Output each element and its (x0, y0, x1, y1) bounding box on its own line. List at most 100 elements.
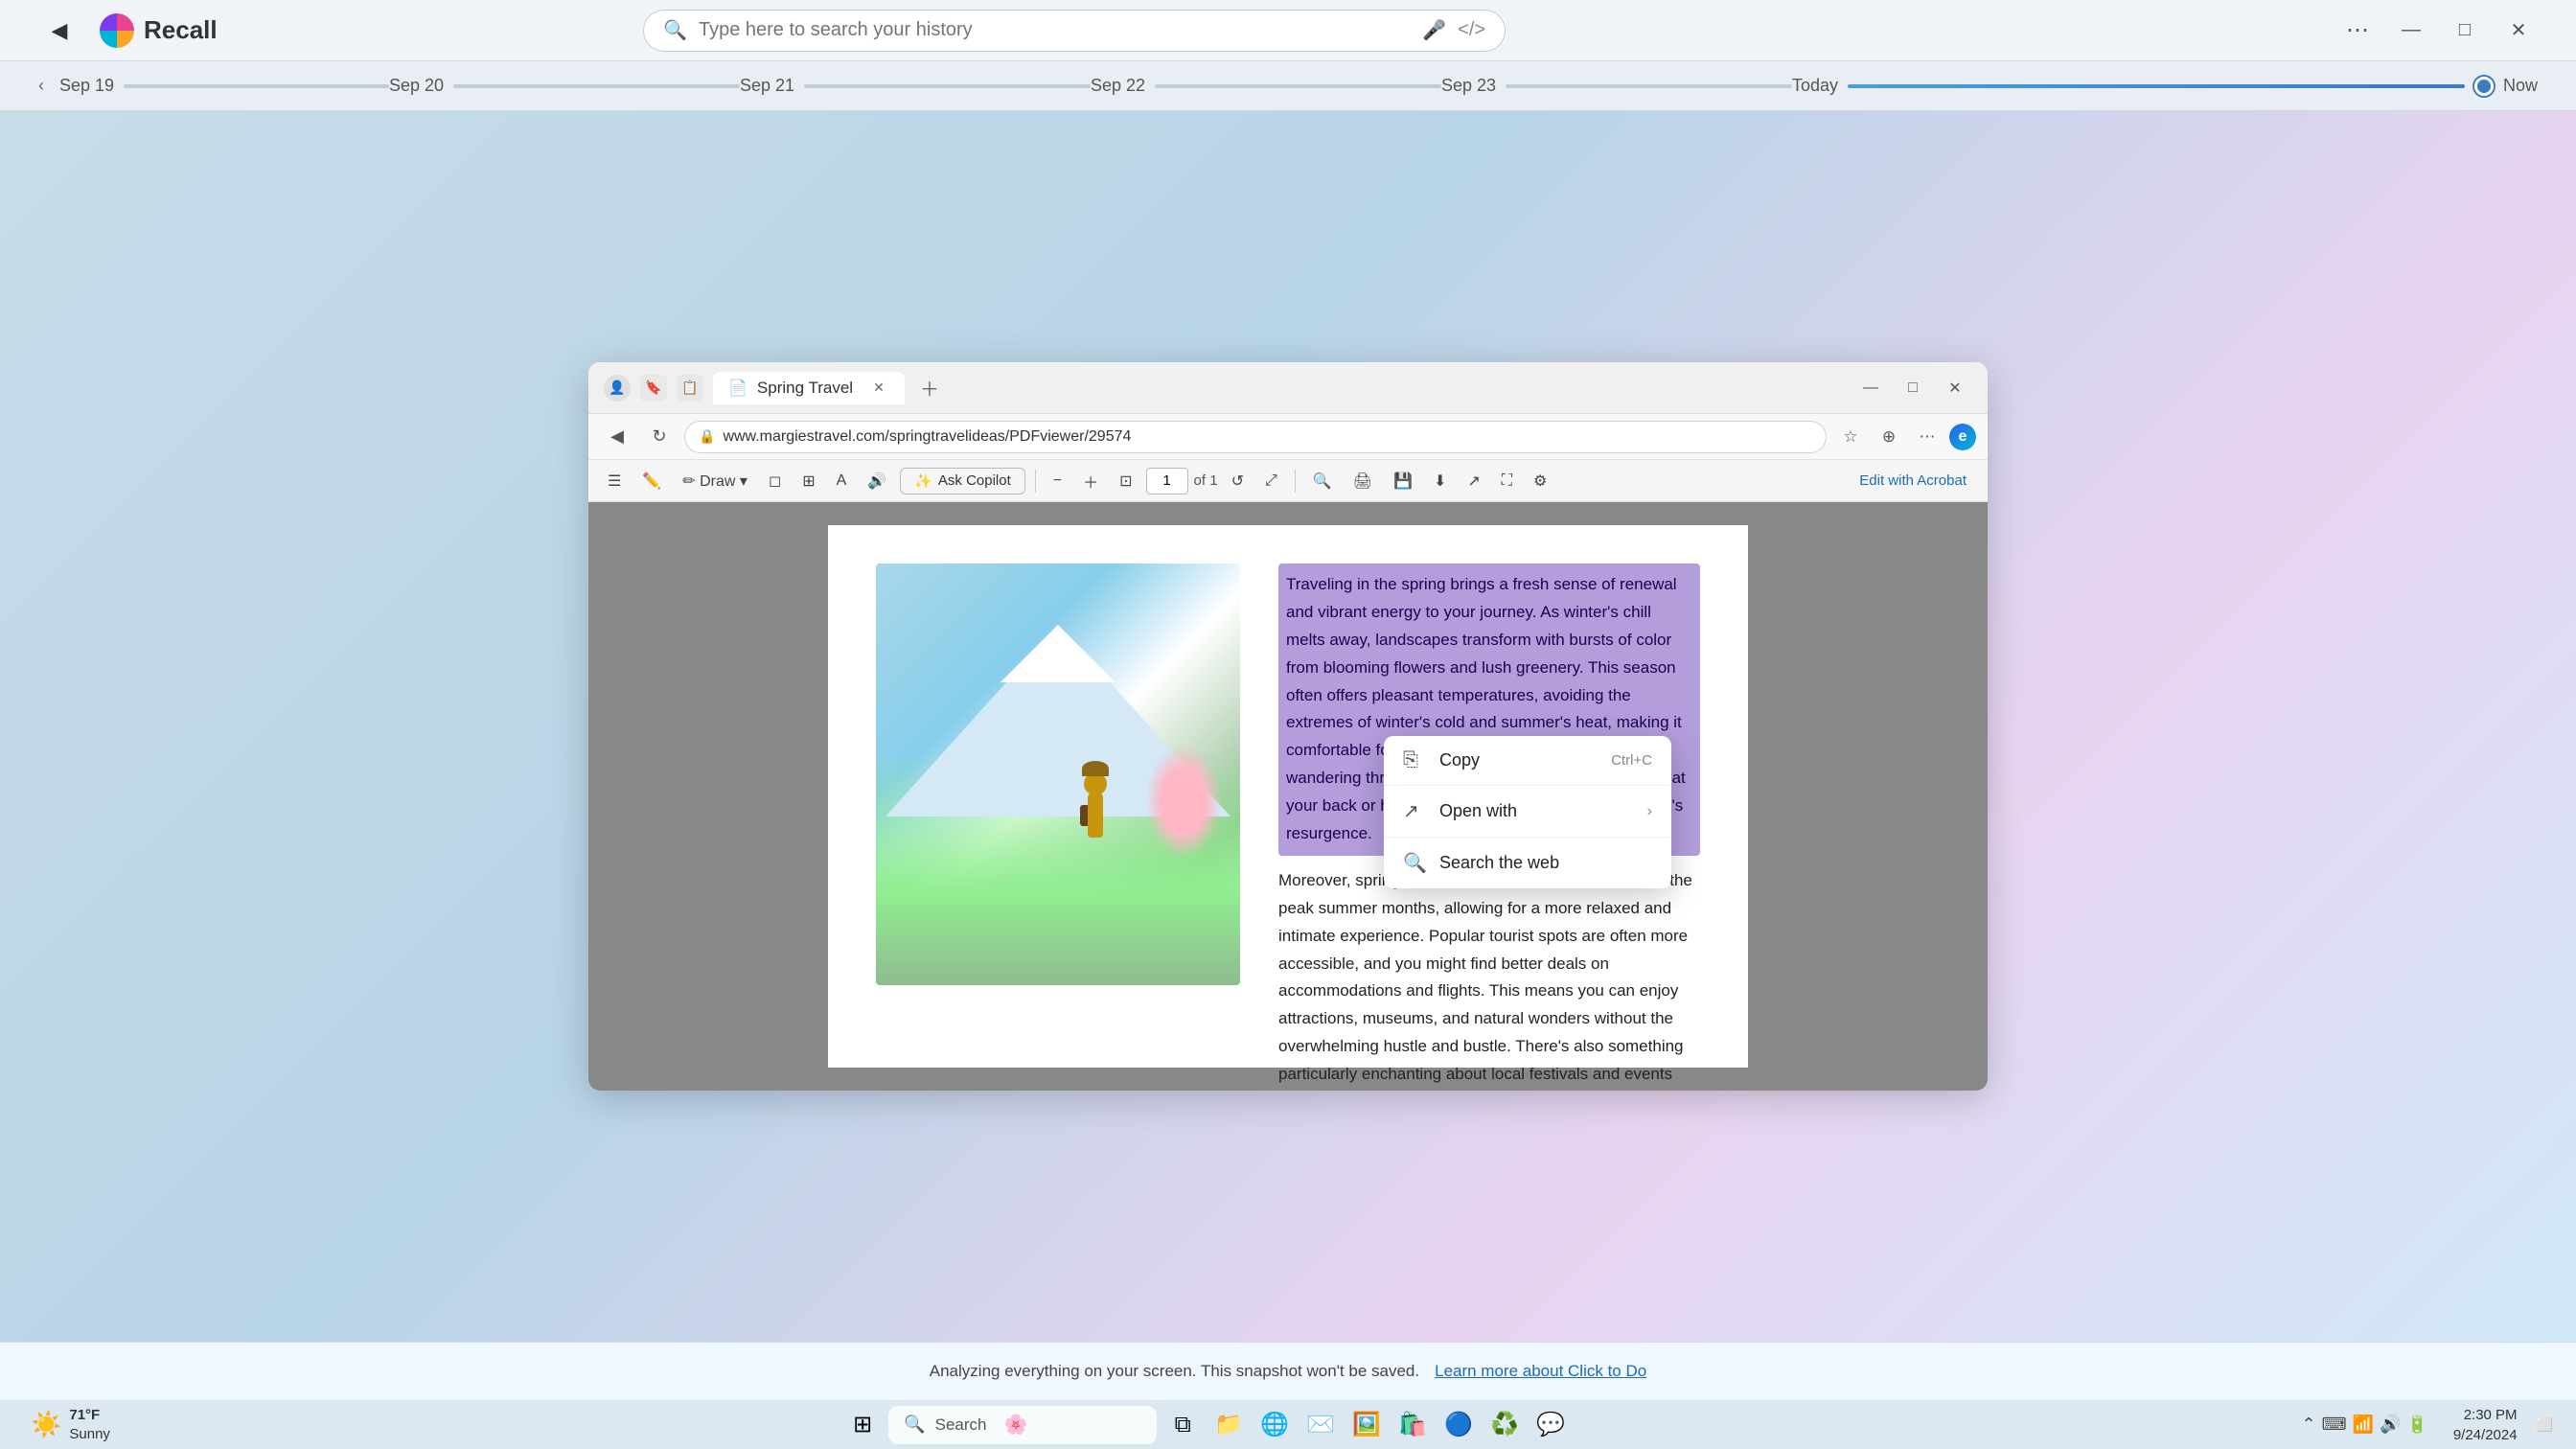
pdf-highlight-button[interactable]: ✏️ (634, 466, 669, 496)
context-menu-search-web[interactable]: 🔍 Search the web (1384, 838, 1671, 888)
rotate-button[interactable]: ↺ (1224, 466, 1252, 496)
lock-icon: 🔒 (699, 428, 715, 445)
ask-copilot-button[interactable]: ✨ Ask Copilot (900, 468, 1025, 494)
pdf-erase-button[interactable]: ◻ (761, 466, 789, 496)
browser-window: 👤 🔖 📋 📄 Spring Travel ✕ ＋ — □ ✕ ◀ ↻ 🔒 ww… (588, 362, 1988, 1091)
timeline-dot (2474, 77, 2494, 96)
tab-close-button[interactable]: ✕ (868, 378, 889, 399)
weather-info: 71°F Sunny (69, 1406, 110, 1443)
timeline-item-sep22[interactable]: Sep 22 (1091, 76, 1441, 96)
address-bar[interactable]: 🔒 www.margiestravel.com/springtravelidea… (684, 421, 1827, 453)
pdf-download-button[interactable]: ⬇ (1426, 466, 1454, 496)
timeline-item-today[interactable]: Today (1792, 76, 2494, 96)
tray-volume-icon[interactable]: 🔊 (2380, 1414, 2401, 1435)
copilot-taskbar-icon: 🌸 (1004, 1413, 1028, 1437)
timeline-item-sep19[interactable]: ‹ Sep 19 (38, 76, 389, 96)
weather-desc: Sunny (69, 1425, 110, 1444)
zoom-out-button[interactable]: − (1046, 466, 1070, 496)
taskbar-photos[interactable]: 🖼️ (1346, 1405, 1387, 1445)
taskbar-search-text: Search (935, 1415, 987, 1435)
now-label: Now (2503, 76, 2538, 96)
timeline-bar: ‹ Sep 19 Sep 20 Sep 21 Sep 22 Sep 23 Tod… (0, 61, 2576, 111)
favorites-icon[interactable]: ☆ (1834, 421, 1867, 453)
taskbar-store[interactable]: 🛍️ (1392, 1405, 1433, 1445)
edge-browser-icon[interactable]: e (1949, 424, 1976, 450)
search-input[interactable] (699, 19, 1411, 41)
browser-tab-spring-travel[interactable]: 📄 Spring Travel ✕ (713, 372, 905, 404)
tray-network-icon[interactable]: 📶 (2353, 1414, 2374, 1435)
pdf-view-button[interactable]: ⊞ (794, 466, 822, 496)
browser-maximize-button[interactable]: □ (1896, 371, 1930, 405)
taskbar-recall[interactable]: ♻️ (1484, 1405, 1525, 1445)
weather-widget[interactable]: ☀️ 71°F Sunny (19, 1402, 122, 1447)
pdf-save-button[interactable]: 💾 (1386, 466, 1420, 496)
context-menu-open-with[interactable]: ↗ Open with › (1384, 786, 1671, 837)
taskbar: ☀️ 71°F Sunny ⊞ 🔍 Search 🌸 ⧉ 📁 🌐 ✉️ 🖼️ 🛍… (0, 1399, 2576, 1449)
code-icon[interactable]: </> (1458, 19, 1485, 41)
timeline-item-sep21[interactable]: Sep 21 (740, 76, 1091, 96)
tray-battery-icon[interactable]: 🔋 (2406, 1414, 2427, 1435)
taskbar-edge[interactable]: 🔵 (1438, 1405, 1479, 1445)
pdf-settings-button[interactable]: ⚙ (1526, 466, 1554, 496)
start-button[interactable]: ⊞ (842, 1405, 883, 1445)
new-tab-button[interactable]: ＋ (914, 373, 945, 403)
open-with-label: Open with (1439, 801, 1517, 821)
browser-ext-icon1[interactable]: 🔖 (640, 375, 667, 402)
taskbar-teams[interactable]: 💬 (1530, 1405, 1571, 1445)
zoom-in-button[interactable]: ＋ (1075, 466, 1106, 496)
pdf-fullscreen-button[interactable]: ⤢ (1257, 466, 1285, 496)
recall-logo: Recall (100, 13, 218, 48)
taskbar-search[interactable]: 🔍 Search 🌸 (888, 1406, 1157, 1444)
taskbar-mail[interactable]: ✉️ (1300, 1405, 1341, 1445)
pdf-fullscreen2-button[interactable]: ⛶ (1494, 466, 1520, 496)
collections-icon[interactable]: ⊕ (1873, 421, 1905, 453)
pdf-search-button[interactable]: 🔍 (1305, 466, 1340, 496)
copilot-icon: ✨ (914, 472, 932, 490)
learn-more-link[interactable]: Learn more about Click to Do (1435, 1362, 1646, 1381)
back-nav-button[interactable]: ◀ (600, 420, 634, 454)
page-number-input[interactable] (1146, 468, 1188, 494)
browser-ext-icon2[interactable]: 📋 (677, 375, 703, 402)
close-button[interactable]: ✕ (2499, 12, 2538, 50)
timeline-label-sep22: Sep 22 (1091, 76, 1145, 96)
more-tools-button[interactable]: ⋯ (1911, 421, 1944, 453)
tray-keyboard-icon[interactable]: ⌨ (2322, 1414, 2347, 1435)
back-button[interactable]: ◀ (38, 10, 80, 52)
taskbar-files[interactable]: 📁 (1208, 1405, 1249, 1445)
mic-icon[interactable]: 🎤 (1422, 18, 1446, 42)
pdf-share-button[interactable]: ↗ (1460, 466, 1487, 496)
minimize-button[interactable]: — (2392, 12, 2430, 50)
tray-chevron[interactable]: ⌃ (2301, 1414, 2315, 1435)
taskbar-browser[interactable]: 🌐 (1254, 1405, 1295, 1445)
system-clock[interactable]: 2:30 PM 9/24/2024 (2446, 1401, 2525, 1449)
copy-icon: ⎘ (1403, 749, 1426, 771)
pdf-print-button[interactable]: 🖨 (1346, 466, 1380, 496)
refresh-button[interactable]: ↻ (642, 420, 677, 454)
pdf-travel-image (876, 564, 1240, 985)
pdf-menu-button[interactable]: ☰ (600, 466, 629, 496)
fit-page-button[interactable]: ⊡ (1112, 466, 1139, 496)
taskbar-search-icon: 🔍 (904, 1414, 925, 1435)
timeline-label-sep23: Sep 23 (1441, 76, 1496, 96)
maximize-button[interactable]: □ (2446, 12, 2484, 50)
taskbar-task-view[interactable]: ⧉ (1162, 1405, 1203, 1445)
recall-search-bar[interactable]: 🔍 🎤 </> (643, 10, 1506, 52)
pdf-draw-button[interactable]: ✏ Draw ▾ (675, 466, 755, 496)
timeline-item-sep20[interactable]: Sep 20 (389, 76, 740, 96)
tab-pdf-icon: 📄 (728, 379, 748, 398)
browser-close-button[interactable]: ✕ (1938, 371, 1972, 405)
browser-minimize-button[interactable]: — (1853, 371, 1888, 405)
timeline-item-sep23[interactable]: Sep 23 (1441, 76, 1792, 96)
show-desktop-button[interactable]: ⬜ (2533, 1416, 2557, 1433)
context-menu-copy[interactable]: ⎘ Copy Ctrl+C (1384, 736, 1671, 785)
pdf-text-button[interactable]: A (829, 466, 855, 496)
edit-acrobat-button[interactable]: Edit with Acrobat (1850, 469, 1976, 493)
timeline-back-chevron[interactable]: ‹ (38, 76, 44, 96)
timeline-track-sep23 (1506, 84, 1792, 88)
pdf-read-aloud-button[interactable]: 🔊 (860, 466, 894, 496)
browser-profile-icon[interactable]: 👤 (604, 375, 631, 402)
timeline-track-sep19 (124, 84, 389, 88)
more-button[interactable]: ⋯ (2338, 12, 2377, 50)
timeline-label-today: Today (1792, 76, 1838, 96)
regular-paragraph: Moreover, spring travel tends to be less… (1278, 867, 1700, 1091)
